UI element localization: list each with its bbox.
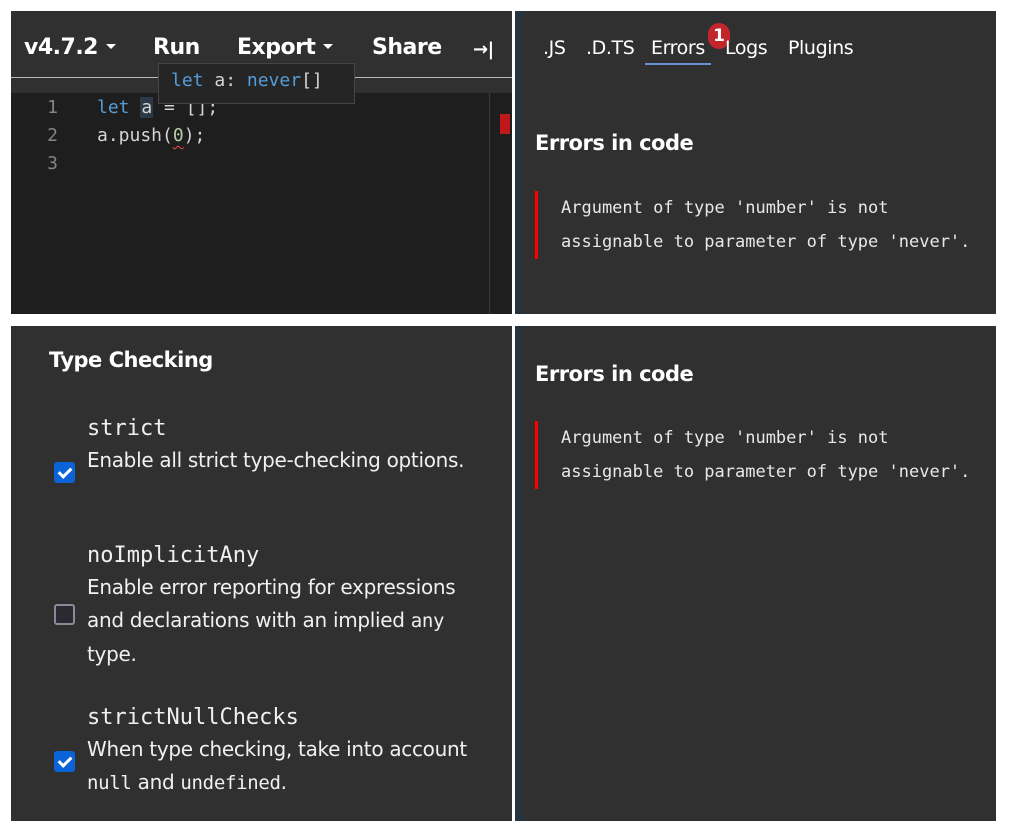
variable-token: a (140, 97, 154, 118)
tooltip-name: a: (203, 70, 247, 91)
settings-heading: Type Checking (49, 348, 213, 372)
desc-code: null (87, 772, 132, 794)
code-editor[interactable]: 1 2 3 let a = []; a.push(0); (11, 93, 512, 314)
editor-panel: v4.7.2 Run Export Share →| 1 2 3 let a =… (11, 11, 512, 314)
tab-logs[interactable]: Logs (725, 37, 768, 59)
strictnullchecks-checkbox[interactable] (54, 751, 75, 772)
code-text: ); (183, 125, 206, 146)
desc-text: . (280, 770, 287, 794)
desc-code: any (410, 610, 445, 632)
tab-plugins[interactable]: Plugins (788, 37, 854, 59)
type-hover-tooltip: let a: never[] (158, 63, 355, 104)
sidebar-tabs: .JS .D.TS Errors 1 Logs Plugins (515, 11, 996, 77)
collapse-sidebar-icon[interactable]: →| (473, 39, 494, 60)
errors-panel: Errors in code Argument of type 'number'… (515, 326, 996, 821)
option-strict: strict Enable all strict type-checking o… (54, 414, 494, 483)
tooltip-keyword: let (171, 70, 204, 91)
tab-errors[interactable]: Errors (645, 37, 711, 65)
desc-text: Enable error reporting for expressions a… (87, 575, 456, 632)
errors-heading: Errors in code (535, 131, 694, 155)
keyword-token: let (97, 97, 130, 118)
chevron-down-icon (105, 43, 116, 49)
errors-heading: Errors in code (535, 362, 694, 386)
tooltip-suffix: [] (301, 70, 323, 91)
line-number: 3 (47, 153, 58, 174)
line-number: 2 (47, 125, 58, 146)
option-noimplicitany: noImplicitAny Enable error reporting for… (54, 541, 494, 671)
option-description: When type checking, take into account nu… (87, 733, 494, 800)
code-line-2[interactable]: a.push(0); (97, 125, 205, 146)
option-name: noImplicitAny (87, 543, 260, 568)
error-message: Argument of type 'number' is not assigna… (535, 191, 975, 259)
code-text: a.push( (97, 125, 173, 146)
version-dropdown[interactable]: v4.7.2 (24, 35, 116, 60)
option-description: Enable all strict type-checking options. (87, 448, 465, 472)
sidebar-panel: .JS .D.TS Errors 1 Logs Plugins Errors i… (515, 11, 996, 314)
tab-dts[interactable]: .D.TS (586, 37, 635, 59)
export-label: Export (237, 35, 316, 60)
chevron-down-icon (323, 43, 334, 49)
option-strictnullchecks: strictNullChecks When type checking, tak… (54, 703, 494, 800)
tab-js[interactable]: .JS (543, 37, 566, 59)
option-description: Enable error reporting for expressions a… (87, 571, 494, 671)
error-marker-icon (500, 114, 510, 134)
export-dropdown[interactable]: Export (237, 35, 334, 60)
option-name: strictNullChecks (87, 705, 299, 730)
error-message: Argument of type 'number' is not assigna… (535, 421, 975, 489)
desc-code: undefined (180, 772, 281, 794)
option-name: strict (87, 416, 167, 441)
noimplicitany-checkbox[interactable] (54, 604, 75, 625)
version-label: v4.7.2 (24, 35, 98, 60)
share-button[interactable]: Share (372, 35, 442, 60)
desc-text: type. (87, 642, 137, 666)
line-number: 1 (47, 97, 58, 118)
tooltip-type: never (246, 70, 302, 91)
run-button[interactable]: Run (153, 35, 200, 60)
error-argument-token: 0 (172, 125, 184, 146)
strict-checkbox[interactable] (54, 462, 75, 483)
desc-text: When type checking, take into account (87, 737, 467, 761)
settings-panel: Type Checking strict Enable all strict t… (11, 326, 512, 821)
desc-text: and (131, 770, 181, 794)
panel-splitter[interactable] (515, 326, 523, 821)
